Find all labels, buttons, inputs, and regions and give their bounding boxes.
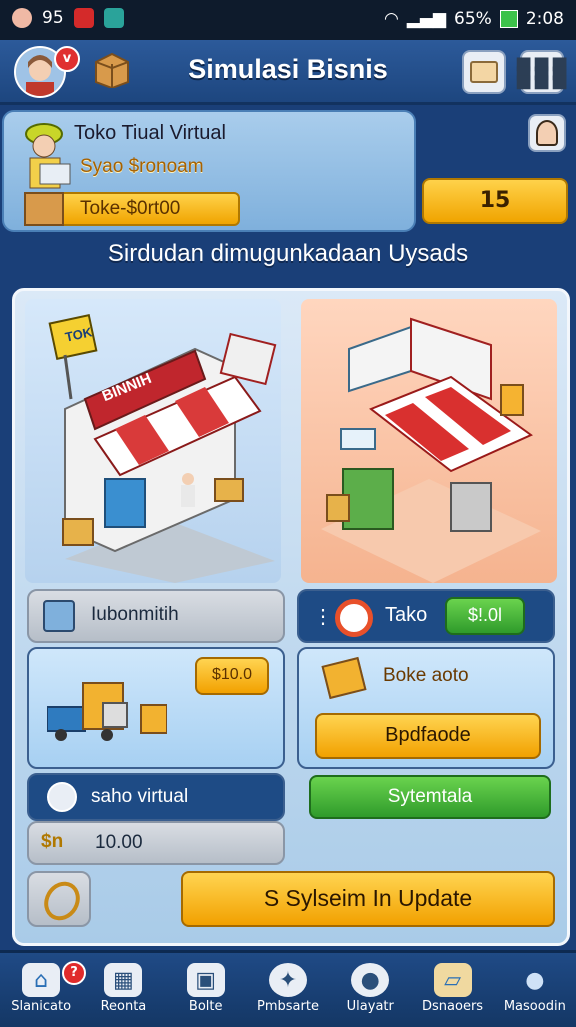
system-update-label: S Sylseim In Update <box>263 885 473 911</box>
avatar-icon <box>12 8 32 28</box>
location-icon: ● <box>351 963 390 997</box>
shop-name: Toko Tiual Virtual <box>74 122 226 144</box>
app-icon-teal <box>103 8 124 28</box>
profile-button[interactable] <box>528 114 566 152</box>
signal-icon: ▂▄▆ <box>406 9 447 29</box>
product-price: $!.0l <box>467 605 503 625</box>
bottom-nav: ⌂ Slanicato ? ▦ Reonta ▣ Bolte ✦ Pmbsart… <box>0 950 576 1027</box>
profile-icon: ● <box>525 967 545 993</box>
shop-balance: Syao $ronoam <box>80 156 204 177</box>
nav-item-home[interactable]: ⌂ Slanicato ? <box>0 953 86 1027</box>
system-update-button[interactable]: S Sylseim In Update <box>181 871 555 927</box>
nav-item-map[interactable]: ▱ Dsnaoers <box>411 953 493 1027</box>
upgrade-card-button-label: Bpdfaode <box>385 724 471 746</box>
compass-icon: ✦ <box>268 963 307 997</box>
delivery-price: $10.0 <box>211 666 253 683</box>
coin-counter[interactable]: 15 <box>422 178 568 224</box>
delivery-price-tag[interactable]: $10.0 <box>195 657 269 695</box>
calculator-icon <box>321 656 367 700</box>
upgrade-card: Boke aoto Bpdfaode <box>297 647 555 769</box>
home-icon: ⌂ <box>22 963 61 997</box>
nav-item-profile[interactable]: ● Masoodin <box>494 953 576 1027</box>
clock-icon <box>47 782 77 812</box>
value-row: $n 10.00 <box>27 821 285 865</box>
progress-label: Toke-$0rt00 <box>80 198 181 219</box>
wrench-icon <box>37 875 87 927</box>
delivery-card[interactable]: $10.0 <box>27 647 285 769</box>
delivery-truck-icon <box>47 682 167 741</box>
nav-item-boxes[interactable]: ▣ Bolte <box>165 953 247 1027</box>
shop-illustration-market-stall[interactable] <box>301 299 557 583</box>
shop-info-panel: Toko Tiual Virtual Syao $ronoam Toke-$0r… <box>2 110 416 232</box>
app-icon-red <box>73 8 94 28</box>
category-tab-inventory[interactable]: Iubonmitih <box>27 589 285 643</box>
nav-label: Ulayatr <box>346 999 394 1014</box>
map-icon: ▱ <box>433 963 472 997</box>
currency-icon: $n <box>41 831 64 852</box>
system-button[interactable]: Sytemtala <box>309 775 551 819</box>
nav-label: Reonta <box>100 999 147 1014</box>
battery-level: 65% <box>454 9 492 29</box>
nav-label: Pmbsarte <box>257 999 319 1014</box>
virtual-shop-row[interactable]: saho virtual <box>27 773 285 821</box>
chat-icon <box>470 61 498 83</box>
tool-button[interactable] <box>27 871 91 927</box>
menu-button[interactable]: ■■■ ■■■ ■■■ <box>515 50 568 94</box>
chat-button[interactable] <box>462 50 506 94</box>
shop-illustration-storefront[interactable]: TOK BINNIH <box>25 299 281 583</box>
section-heading: Sirdudan dimugunkadaan Uysads <box>107 240 469 267</box>
box-icon: ▣ <box>186 963 225 997</box>
category-tab-label: Iubonmitih <box>91 604 179 625</box>
system-button-label: Sytemtala <box>387 786 473 807</box>
upgrade-card-title: Boke aoto <box>383 665 469 686</box>
nav-label: Dsnaoers <box>422 999 484 1014</box>
main-card: TOK BINNIH Iubonmitih ⋮ Tako $!.0l $10.0… <box>12 288 570 946</box>
nav-item-reports[interactable]: ▦ Reonta <box>82 953 164 1027</box>
package-icon <box>24 192 64 226</box>
upgrade-card-button[interactable]: Bpdfaode <box>315 713 541 759</box>
market-stall-drawing <box>321 317 541 583</box>
product-price-button[interactable]: $!.0l <box>445 597 525 635</box>
profile-portrait-icon <box>536 120 558 146</box>
nav-label: Masoodin <box>503 999 566 1014</box>
product-row-tako: ⋮ Tako $!.0l <box>297 589 555 643</box>
product-name: Tako <box>385 604 428 626</box>
battery-icon <box>499 10 518 28</box>
nav-label: Slanicato <box>11 999 72 1014</box>
inventory-icon <box>43 600 75 632</box>
nav-item-compass[interactable]: ✦ Pmbsarte <box>247 953 329 1027</box>
wifi-icon: ◠ <box>383 9 399 29</box>
virtual-shop-label: saho virtual <box>91 786 189 807</box>
value-amount: 10.00 <box>95 832 143 853</box>
nav-label: Bolte <box>188 999 223 1014</box>
nav-item-location[interactable]: ● Ulayatr <box>329 953 411 1027</box>
notification-count: 95 <box>42 8 64 28</box>
dashboard-icon: ▦ <box>104 963 143 997</box>
storefront-drawing <box>48 314 277 583</box>
more-dots-icon: ⋮ <box>313 606 333 628</box>
grid-menu-icon: ■■■ ■■■ ■■■ <box>514 52 570 92</box>
status-bar: 95 ◠ ▂▄▆ 65% 2:08 <box>0 0 576 40</box>
ring-icon <box>335 599 373 637</box>
header: v Simulasi Bisnis ■■■ ■■■ ■■■ <box>0 40 576 105</box>
clock: 2:08 <box>525 9 564 29</box>
